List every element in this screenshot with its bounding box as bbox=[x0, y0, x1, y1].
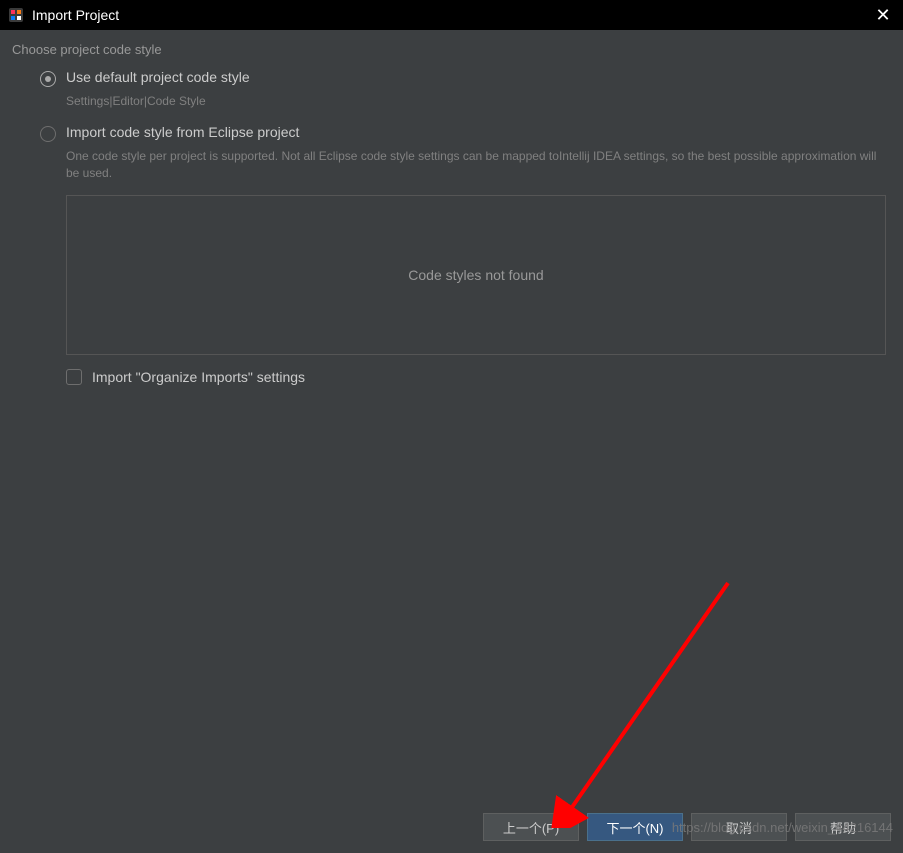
help-button[interactable]: 帮助 bbox=[795, 813, 891, 841]
close-icon[interactable]: ✕ bbox=[873, 5, 893, 26]
radio-icon bbox=[40, 126, 56, 142]
titlebar: Import Project ✕ bbox=[0, 0, 903, 30]
dialog-footer: 上一个(P) 下一个(N) 取消 帮助 bbox=[483, 813, 891, 841]
empty-text: Code styles not found bbox=[408, 267, 543, 283]
checkbox-label: Import "Organize Imports" settings bbox=[92, 369, 305, 385]
app-icon bbox=[8, 7, 24, 23]
window-title: Import Project bbox=[32, 7, 119, 23]
checkbox-icon bbox=[66, 369, 82, 385]
cancel-button[interactable]: 取消 bbox=[691, 813, 787, 841]
radio-label: Import code style from Eclipse project bbox=[66, 124, 299, 140]
radio-import-eclipse[interactable]: Import code style from Eclipse project bbox=[40, 124, 891, 142]
radio-hint: One code style per project is supported.… bbox=[66, 148, 891, 182]
radio-use-default[interactable]: Use default project code style bbox=[40, 69, 891, 87]
next-button[interactable]: 下一个(N) bbox=[587, 813, 683, 841]
section-header: Choose project code style bbox=[12, 42, 891, 57]
import-organize-checkbox[interactable]: Import "Organize Imports" settings bbox=[66, 369, 891, 385]
radio-icon bbox=[40, 71, 56, 87]
code-styles-list[interactable]: Code styles not found bbox=[66, 195, 886, 355]
previous-button[interactable]: 上一个(P) bbox=[483, 813, 579, 841]
radio-hint: Settings|Editor|Code Style bbox=[66, 93, 891, 110]
dialog-content: Choose project code style Use default pr… bbox=[0, 30, 903, 385]
annotation-arrow bbox=[533, 578, 733, 828]
radio-label: Use default project code style bbox=[66, 69, 250, 85]
code-style-radio-group: Use default project code style Settings|… bbox=[12, 69, 891, 385]
